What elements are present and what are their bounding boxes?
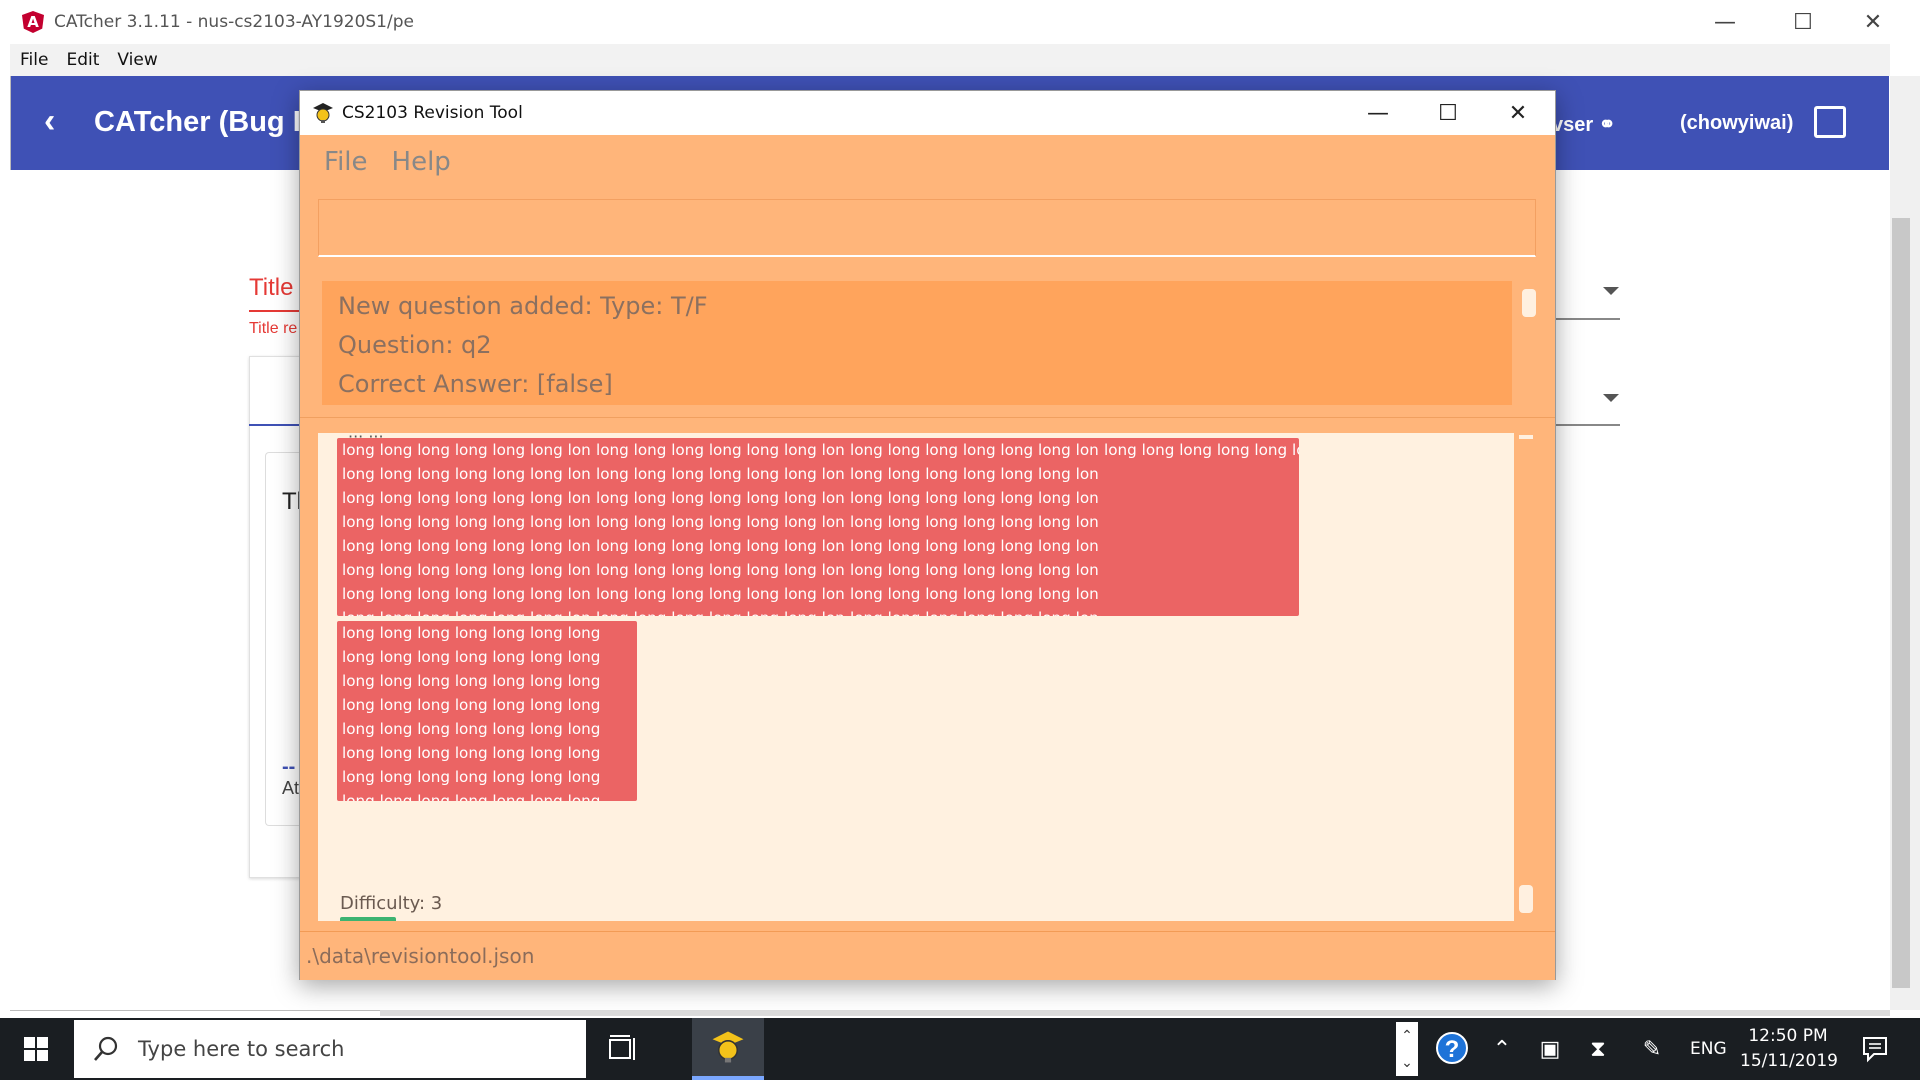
command-input[interactable] — [318, 199, 1536, 257]
view-in-browser-link[interactable]: vser ⚭ — [1552, 112, 1615, 137]
description-tab-indicator — [249, 424, 299, 426]
answer-chip: long long long long long long long long … — [337, 621, 637, 801]
title-field-label: Title — [249, 274, 294, 301]
pen-icon[interactable]: ✎ — [1636, 1034, 1668, 1064]
catcher-menu-file[interactable]: File — [20, 50, 48, 70]
catcher-toolbar-title: CATcher (Bug I — [94, 106, 301, 138]
difficulty-label: Difficulty: 3 — [340, 893, 443, 914]
catcher-minimize-button[interactable]: — — [1690, 0, 1760, 44]
logout-icon[interactable] — [1814, 106, 1846, 138]
answer-chip: long long long long long long l long lon… — [1099, 438, 1299, 616]
title-required-error: Title re — [249, 320, 298, 337]
catcher-menu-bar: File Edit View — [10, 44, 1890, 76]
description-divider: -- — [282, 756, 296, 778]
chevron-up-icon[interactable]: ⌃ — [1486, 1034, 1518, 1064]
clock-time: 12:50 PM — [1748, 1026, 1828, 1046]
catcher-menu-view[interactable]: View — [117, 50, 157, 70]
chevron-down-icon[interactable] — [1603, 394, 1619, 402]
catcher-maximize-button[interactable]: ☐ — [1768, 0, 1838, 44]
result-line: Question: q2 — [338, 331, 492, 359]
revision-tool-menu-bar: File Help — [300, 135, 1555, 189]
severity-dropdown-line[interactable] — [1554, 318, 1620, 320]
taskbar-clock[interactable]: 12:50 PM 15/11/2019 — [1740, 1024, 1838, 1074]
result-line: New question added: Type: T/F — [338, 292, 708, 320]
result-line: Correct Answer: [false] — [338, 370, 613, 398]
search-icon — [92, 1035, 120, 1063]
catcher-horizontal-scrollbar[interactable] — [380, 1010, 1890, 1016]
catcher-app-icon: A — [22, 11, 44, 33]
panel-separator — [300, 417, 1555, 418]
view-in-browser-label: vser — [1552, 114, 1594, 136]
type-dropdown-line[interactable] — [1554, 424, 1620, 426]
result-display: New question added: Type: T/F Question: … — [322, 281, 1512, 405]
question-list-scrollbar[interactable] — [1515, 433, 1537, 921]
question-list-scroll-top — [1519, 435, 1533, 439]
catcher-scroll-thumb[interactable] — [1892, 218, 1910, 988]
tray-scroll-arrows[interactable]: ⌃ ⌄ — [1396, 1022, 1418, 1076]
username-label: (chowyiwai) — [1680, 112, 1794, 134]
task-view-icon[interactable] — [606, 1034, 638, 1064]
question-list-scroll-thumb[interactable] — [1519, 885, 1533, 913]
question-list-panel[interactable]: ··· ··· long long long long long long lo… — [318, 433, 1514, 921]
taskbar: Type here to search ⌃ ⌄ ? ⌃ ▣ ⧗ ✎ ENG 12:… — [0, 1018, 1920, 1080]
revision-tool-minimize-button[interactable]: — — [1343, 91, 1413, 135]
status-file-path: .\data\revisiontool.json — [306, 944, 535, 968]
projector-icon[interactable]: ▣ — [1534, 1034, 1566, 1064]
taskbar-search-box[interactable]: Type here to search — [74, 1020, 586, 1078]
language-indicator[interactable]: ENG — [1690, 1018, 1727, 1080]
catcher-close-button[interactable]: ✕ — [1838, 0, 1908, 44]
back-arrow-icon[interactable]: ‹ — [44, 102, 55, 141]
taskbar-search-placeholder: Type here to search — [138, 1037, 345, 1061]
revision-tool-maximize-button[interactable]: ☐ — [1413, 91, 1483, 135]
status-bar: .\data\revisiontool.json — [300, 931, 1555, 980]
clock-date: 15/11/2019 — [1740, 1051, 1838, 1071]
catcher-menu-edit[interactable]: Edit — [66, 50, 99, 70]
revision-tool-window-title: CS2103 Revision Tool — [342, 103, 523, 123]
title-field-underline — [249, 310, 301, 312]
catcher-window-title: CATcher 3.1.11 - nus-cs2103-AY1920S1/pe — [54, 12, 414, 32]
revision-tool-app-icon — [312, 102, 334, 124]
result-scroll-thumb[interactable] — [1522, 289, 1536, 317]
description-footer: At — [282, 778, 300, 798]
wifi-icon[interactable]: ⧗ — [1582, 1034, 1614, 1064]
catcher-title-bar: A CATcher 3.1.11 - nus-cs2103-AY1920S1/p… — [0, 0, 1920, 44]
revision-tool-app-icon — [712, 1031, 744, 1063]
notification-icon[interactable] — [1860, 1034, 1890, 1064]
revision-tool-taskbar-button[interactable] — [692, 1018, 764, 1080]
windows-start-icon[interactable] — [0, 1018, 72, 1080]
revision-tool-menu-file[interactable]: File — [324, 147, 368, 177]
difficulty-tag — [340, 917, 396, 921]
revision-tool-close-button[interactable]: ✕ — [1483, 91, 1553, 135]
help-icon[interactable]: ? — [1436, 1032, 1468, 1064]
revision-tool-title-bar: CS2103 Revision Tool — ☐ ✕ — [300, 91, 1555, 135]
revision-tool-menu-help[interactable]: Help — [392, 147, 451, 177]
revision-tool-window: CS2103 Revision Tool — ☐ ✕ File Help New… — [299, 90, 1556, 980]
link-icon: ⚭ — [1598, 114, 1616, 136]
chevron-down-icon[interactable] — [1603, 287, 1619, 295]
